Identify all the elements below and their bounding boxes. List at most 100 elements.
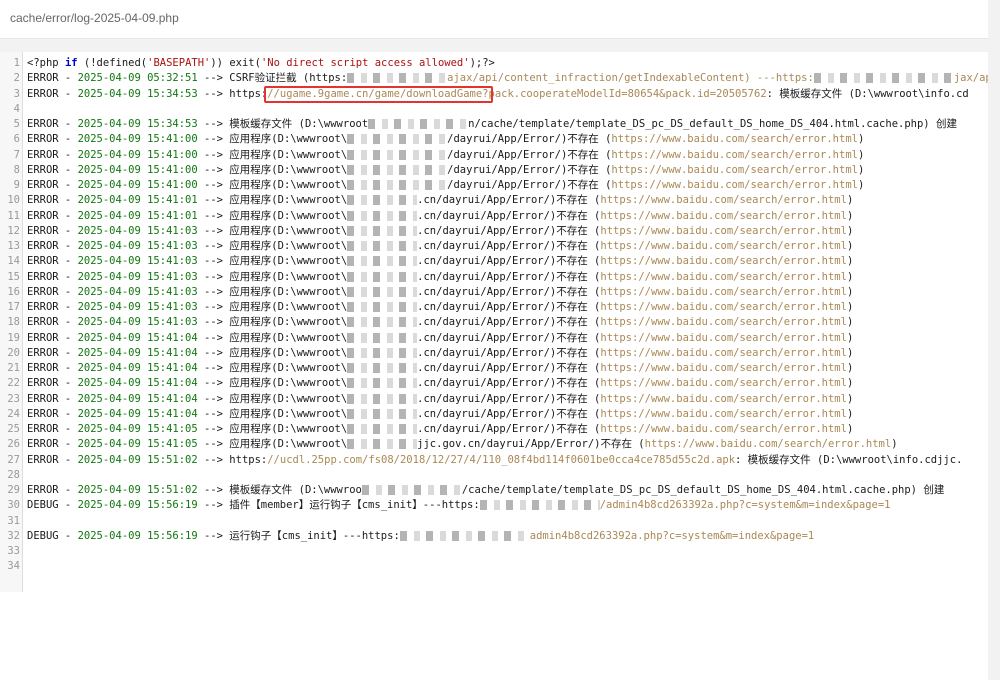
redacted-text — [347, 393, 418, 404]
log-url: https://www.baidu.com/search/error.html — [600, 255, 847, 268]
line-number: 18 — [7, 316, 20, 329]
log-level: ERROR - — [27, 224, 78, 237]
redacted-text — [399, 530, 530, 541]
code-token: /dayrui/App/Error/)不存在 ( — [436, 346, 601, 359]
code-token: /dayrui/App/Error/)不存在 ( — [447, 148, 612, 161]
code-token: --> 应用程序(D:\wwwroot\ — [197, 179, 348, 191]
log-url: https://www.baidu.com/search/error.html — [600, 331, 847, 344]
log-url: https://www.baidu.com/search/error.html — [644, 438, 892, 451]
code-token: --> 应用程序(D:\wwwroot\ — [197, 163, 348, 176]
line-number: 7 — [13, 148, 20, 161]
code-token: /dayrui/App/Error/)不存在 ( — [436, 209, 601, 222]
log-url: pack.cooperateModelId=80654&pack.id=2050… — [488, 87, 767, 100]
code-token: .cn — [417, 285, 437, 298]
code-token: ) — [846, 255, 854, 268]
log-level: ERROR - — [27, 392, 78, 405]
log-url: jax/ap — [953, 72, 988, 85]
line-code: ERROR - 2025-04-09 15:34:53 --> 模板缓存文件 (… — [27, 117, 957, 132]
code-token: /dayrui/App/Error/)不存在 ( — [436, 270, 601, 283]
code-token: ) — [846, 346, 854, 359]
code-token: .cn — [417, 331, 437, 344]
code-token: .cn — [417, 316, 437, 329]
code-line: 30 DEBUG - 2025-04-09 15:56:19 --> 插件【mem… — [0, 498, 988, 513]
redacted-text — [347, 302, 418, 312]
redacted-text — [347, 317, 418, 328]
code-token: ) — [846, 270, 854, 283]
code-token: );?> — [469, 57, 495, 69]
code-token: --> 应用程序(D:\wwwroot\ — [197, 423, 348, 435]
code-line: 24 ERROR - 2025-04-09 15:41:04 --> 应用程序(D… — [0, 407, 988, 422]
code-token: ) — [857, 163, 865, 176]
log-timestamp: 2025-04-09 15:51:02 — [77, 453, 198, 466]
code-line: 4 — [0, 102, 988, 117]
string-literal: 'BASEPATH' — [147, 57, 211, 69]
code-token: ) — [846, 194, 854, 207]
redacted-text — [347, 271, 418, 282]
line-number: 12 — [7, 224, 20, 237]
redacted-text — [347, 73, 448, 84]
code-token: .cn — [417, 362, 437, 374]
code-token: ) — [846, 240, 854, 252]
line-code: ERROR - 2025-04-09 15:41:03 --> 应用程序(D:\… — [27, 315, 853, 330]
code-token: : 模板缓存文件 (D:\wwwroot\info.cd — [766, 87, 969, 100]
code-token: ) — [846, 316, 854, 329]
line-number: 4 — [13, 102, 20, 115]
log-timestamp: 2025-04-09 15:34:53 — [77, 118, 198, 130]
line-number: 21 — [7, 362, 20, 374]
log-timestamp: 2025-04-09 15:41:05 — [77, 438, 198, 451]
log-level: ERROR - — [27, 72, 78, 85]
line-code: ERROR - 2025-04-09 15:41:00 --> 应用程序(D:\… — [27, 163, 864, 178]
code-line: 32 DEBUG - 2025-04-09 15:56:19 --> 运行钩子【c… — [0, 529, 988, 544]
code-editor[interactable]: 1 <?php if (!defined('BASEPATH')) exit('N… — [0, 52, 988, 680]
line-number: 17 — [7, 301, 20, 313]
code-line: 14 ERROR - 2025-04-09 15:41:03 --> 应用程序(D… — [0, 254, 988, 269]
log-level: ERROR - — [27, 453, 78, 466]
log-level: ERROR - — [27, 240, 78, 252]
code-token: --> 应用程序(D:\wwwroot\ — [197, 438, 348, 451]
redacted-text — [347, 210, 418, 221]
line-code: DEBUG - 2025-04-09 15:56:19 --> 运行钩子【cms… — [27, 529, 814, 544]
log-timestamp: 2025-04-09 15:41:04 — [77, 392, 198, 405]
code-token: --> 应用程序(D:\wwwroot\ — [197, 270, 348, 283]
log-level: ERROR - — [27, 87, 78, 100]
log-url: https://www.baidu.com/search/error.html — [600, 392, 847, 405]
code-line: 28 — [0, 468, 988, 483]
code-token: --> 应用程序(D:\wwwroot\ — [197, 392, 348, 405]
line-code: DEBUG - 2025-04-09 15:56:19 --> 插件【membe… — [27, 498, 891, 513]
log-level: ERROR - — [27, 377, 78, 390]
line-number: 13 — [7, 240, 20, 252]
redacted-text — [347, 439, 418, 450]
log-level: ERROR - — [27, 438, 78, 451]
php-keyword: if — [64, 57, 78, 69]
line-code: ERROR - 2025-04-09 15:41:05 --> 应用程序(D:\… — [27, 422, 853, 437]
redacted-text — [361, 485, 462, 495]
code-token: .cn — [417, 194, 437, 207]
line-number: 25 — [7, 423, 20, 435]
code-line: 2 ERROR - 2025-04-09 05:32:51 --> CSRF验证拦… — [0, 71, 988, 86]
code-token: /dayrui/App/Error/)不存在 ( — [447, 163, 612, 176]
line-number: 6 — [13, 133, 20, 146]
log-timestamp: 2025-04-09 15:41:03 — [77, 224, 198, 237]
code-token: /dayrui/App/Error/)不存在 ( — [447, 179, 612, 191]
line-number: 27 — [7, 453, 20, 466]
log-timestamp: 2025-04-09 05:32:51 — [77, 72, 198, 85]
redacted-text — [347, 332, 418, 343]
code-token: --> 应用程序(D:\wwwroot\ — [197, 301, 348, 313]
log-url: https://www.baidu.com/search/error.html — [600, 194, 847, 207]
log-timestamp: 2025-04-09 15:51:02 — [77, 484, 198, 496]
log-timestamp: 2025-04-09 15:41:03 — [77, 316, 198, 329]
line-number: 24 — [7, 407, 20, 420]
code-line: 31 — [0, 514, 988, 529]
code-token: ) — [857, 133, 865, 146]
code-line: 3 ERROR - 2025-04-09 15:34:53 --> https:/… — [0, 87, 988, 102]
line-code: ERROR - 2025-04-09 15:41:04 --> 应用程序(D:\… — [27, 407, 853, 422]
line-number: 22 — [7, 377, 20, 390]
vertical-scrollbar[interactable] — [988, 52, 1000, 680]
code-token: --> 应用程序(D:\wwwroot\ — [197, 240, 348, 252]
log-url: https://www.baidu.com/search/error.html — [611, 133, 858, 146]
code-token: /dayrui/App/Error/)不存在 ( — [436, 255, 601, 268]
log-url: https://www.baidu.com/search/error.html — [600, 346, 847, 359]
code-line: 26 ERROR - 2025-04-09 15:41:05 --> 应用程序(D… — [0, 437, 988, 452]
line-code: ERROR - 2025-04-09 15:41:01 --> 应用程序(D:\… — [27, 193, 853, 208]
line-code: ERROR - 2025-04-09 15:41:00 --> 应用程序(D:\… — [27, 132, 864, 147]
